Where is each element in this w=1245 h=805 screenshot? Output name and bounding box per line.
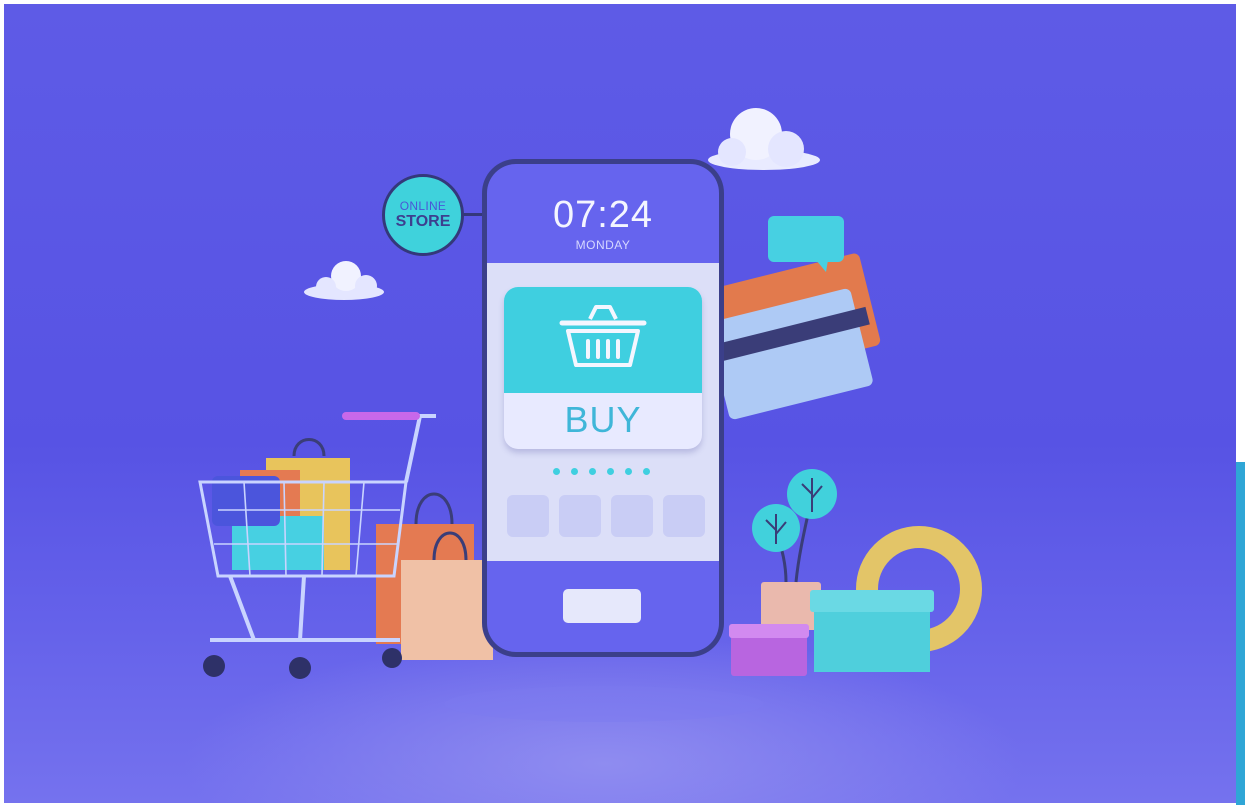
gift-box-icon: [810, 590, 934, 672]
buy-button[interactable]: BUY: [504, 287, 702, 449]
buy-label: BUY: [564, 399, 642, 440]
badge-line-1: ONLINE: [399, 199, 447, 213]
pin-dot: [607, 468, 614, 475]
key-tile[interactable]: [611, 495, 653, 537]
pin-dot: [625, 468, 632, 475]
shopping-basket-icon: [559, 305, 647, 367]
pin-dot: [553, 468, 560, 475]
clock-day: MONDAY: [575, 238, 631, 252]
key-tile[interactable]: [663, 495, 705, 537]
pin-dot: [571, 468, 578, 475]
badge-line-2: STORE: [395, 213, 451, 230]
pin-dot: [643, 468, 650, 475]
cloud-icon: [708, 108, 820, 170]
edge-strip: [1236, 462, 1245, 805]
pin-dot: [589, 468, 596, 475]
cloud-icon: [304, 261, 384, 300]
keypad: [507, 495, 705, 537]
credit-card-icon: [707, 253, 881, 420]
screen-panel: BUY: [487, 263, 719, 561]
online-store-badge: ONLINE STORE: [382, 174, 464, 256]
smartphone: 07:24 MONDAY BUY: [482, 159, 724, 657]
home-button[interactable]: [563, 589, 641, 623]
buy-card-header: [504, 287, 702, 393]
phone-screen: 07:24 MONDAY BUY: [487, 164, 719, 652]
pin-dots: [553, 468, 650, 475]
key-tile[interactable]: [559, 495, 601, 537]
illustration-scene: ONLINE STORE 07:24 MONDAY BUY: [4, 4, 1236, 803]
clock-time: 07:24: [552, 194, 654, 236]
key-tile[interactable]: [507, 495, 549, 537]
gift-box-icon: [729, 624, 809, 676]
